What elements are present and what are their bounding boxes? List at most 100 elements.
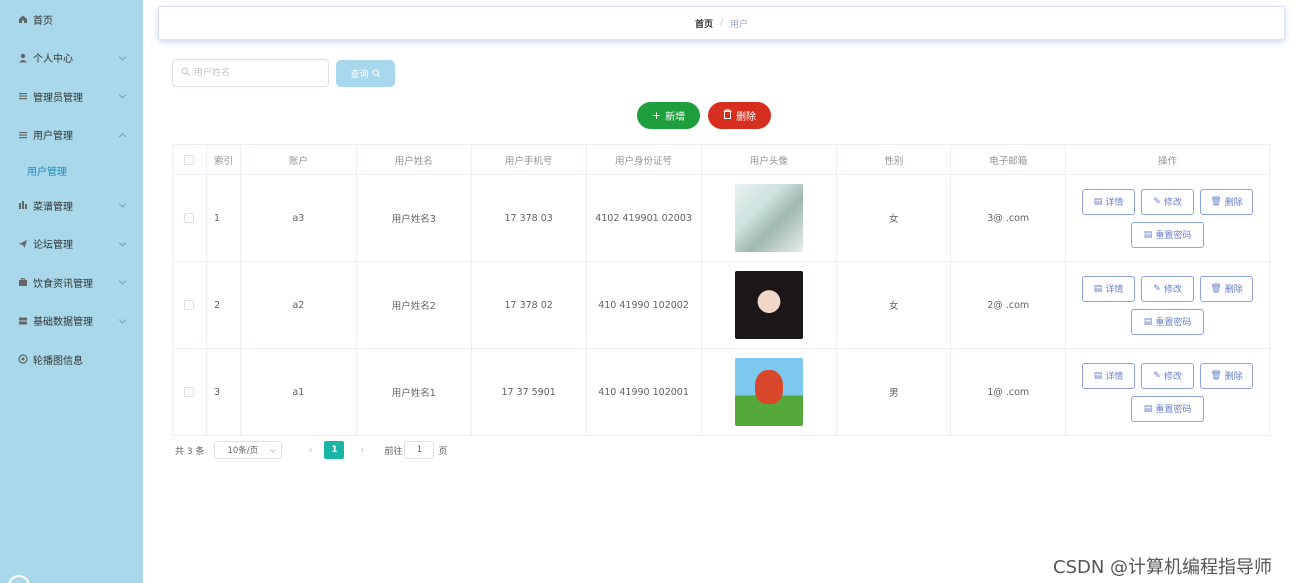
edit-icon: ✎ — [1153, 370, 1161, 381]
cell-operations: ▤ 详情 ✎ 修改 🗑︎ 删除 ▤ 重置密码 — [1066, 349, 1270, 435]
page-number-active[interactable]: 1 — [324, 441, 345, 459]
header-account: 账户 — [241, 145, 357, 174]
row-checkbox[interactable] — [184, 300, 195, 310]
edit-button[interactable]: ✎ 修改 — [1141, 362, 1195, 389]
cell-name: 用户姓名3 — [357, 175, 472, 261]
row-checkbox[interactable] — [184, 387, 195, 397]
avatar[interactable] — [734, 358, 803, 426]
cell-account: a3 — [241, 175, 357, 261]
sidebar-item-diet-news-management[interactable]: 饮食资讯管理 — [0, 263, 143, 302]
breadcrumb-home[interactable]: 首页 — [695, 17, 713, 30]
row-delete-button[interactable]: 🗑︎ 删除 — [1200, 188, 1254, 215]
row-delete-button[interactable]: 🗑︎ 删除 — [1200, 362, 1254, 389]
sidebar-item-label: 用户管理 — [33, 131, 73, 143]
cell-name: 用户姓名2 — [357, 262, 472, 348]
list-icon — [17, 129, 28, 140]
cell-phone: 17 37 5901 — [472, 349, 587, 435]
reset-password-button[interactable]: ▤ 重置密码 — [1131, 221, 1205, 248]
avatar[interactable] — [734, 184, 803, 252]
sidebar-item-label: 基础数据管理 — [33, 317, 93, 329]
document-icon: ▤ — [1143, 403, 1153, 414]
cell-index: 2 — [207, 262, 241, 348]
send-icon — [17, 238, 28, 249]
cell-account: a2 — [241, 262, 357, 348]
cell-id-number: 4102 419901 02003 — [587, 175, 702, 261]
avatar[interactable] — [734, 271, 803, 339]
cell-phone: 17 378 03 — [472, 175, 587, 261]
submenu-item-user-management[interactable]: 用户管理 — [0, 154, 143, 186]
add-button-label: 新增 — [665, 112, 686, 123]
row-delete-button[interactable]: 🗑︎ 删除 — [1200, 275, 1254, 302]
detail-label: 详情 — [1105, 372, 1124, 382]
breadcrumb-current: 用户 — [730, 19, 749, 30]
row-checkbox[interactable] — [184, 213, 195, 223]
sidebar-item-home[interactable]: 首页 — [0, 0, 143, 39]
sidebar-item-label: 饮食资讯管理 — [33, 278, 93, 290]
search-icon — [181, 67, 190, 79]
detail-button[interactable]: ▤ 详情 — [1082, 188, 1136, 215]
prev-page-icon[interactable]: ‹ — [300, 445, 320, 456]
add-button[interactable]: + 新增 — [637, 102, 700, 129]
document-icon: ▤ — [1143, 316, 1153, 327]
detail-button[interactable]: ▤ 详情 — [1082, 362, 1136, 389]
header-id-number: 用户身份证号 — [587, 145, 702, 174]
header-index: 索引 — [207, 145, 241, 174]
cell-account: a1 — [241, 349, 357, 435]
list-icon — [17, 91, 28, 102]
goto-page-input[interactable] — [404, 441, 435, 459]
stack-icon — [17, 315, 28, 326]
edit-label: 修改 — [1163, 198, 1182, 208]
reset-password-button[interactable]: ▤ 重置密码 — [1131, 395, 1205, 422]
page-size-select[interactable]: 10条/页 — [214, 441, 283, 459]
sidebar-item-recipe-management[interactable]: 菜谱管理 — [0, 186, 143, 225]
detail-label: 详情 — [1105, 285, 1124, 295]
trash-icon — [723, 109, 732, 122]
sidebar-item-label: 管理员管理 — [33, 92, 83, 104]
delete-label: 删除 — [1224, 198, 1243, 208]
cell-email: 3@ .com — [951, 175, 1067, 261]
cell-operations: ▤ 详情 ✎ 修改 🗑︎ 删除 ▤ 重置密码 — [1066, 262, 1270, 348]
delete-label: 删除 — [1224, 285, 1243, 295]
reset-password-label: 重置密码 — [1155, 231, 1192, 241]
cell-name: 用户姓名1 — [357, 349, 472, 435]
user-icon — [17, 52, 28, 63]
select-all-checkbox[interactable] — [184, 154, 195, 165]
pagination: 共 3 条 10条/页 ‹ 1 › 前往 页 — [175, 441, 447, 459]
edit-icon: ✎ — [1153, 196, 1161, 207]
document-icon: ▤ — [1093, 283, 1103, 294]
query-button[interactable]: 查询 — [336, 60, 395, 87]
sidebar-item-personal-center[interactable]: 个人中心 — [0, 39, 143, 78]
detail-button[interactable]: ▤ 详情 — [1082, 275, 1136, 302]
header-gender: 性别 — [837, 145, 952, 174]
detail-label: 详情 — [1105, 198, 1124, 208]
search-input[interactable] — [194, 68, 324, 78]
sidebar-item-carousel-info[interactable]: 轮播图信息 — [0, 340, 143, 379]
cell-gender: 女 — [837, 175, 952, 261]
cell-id-number: 410 41990 102002 — [587, 262, 702, 348]
delete-button[interactable]: 删除 — [708, 102, 771, 129]
cell-email: 2@ .com — [951, 262, 1067, 348]
search-icon — [372, 69, 381, 78]
sidebar-item-user-management[interactable]: 用户管理 — [0, 116, 143, 155]
sidebar-item-forum-management[interactable]: 论坛管理 — [0, 225, 143, 264]
bar-chart-icon — [17, 200, 28, 211]
header-phone: 用户手机号 — [472, 145, 587, 174]
edit-button[interactable]: ✎ 修改 — [1141, 275, 1195, 302]
sidebar-item-admin-management[interactable]: 管理员管理 — [0, 77, 143, 116]
goto-label: 前往 — [384, 446, 403, 457]
sidebar-item-label: 个人中心 — [33, 54, 73, 66]
pagination-total: 共 3 条 — [175, 446, 205, 457]
breadcrumb-separator: / — [719, 18, 724, 28]
chevron-down-icon — [118, 277, 127, 285]
breadcrumb: 首页 / 用户 — [158, 6, 1285, 40]
reset-password-button[interactable]: ▤ 重置密码 — [1131, 308, 1205, 335]
edit-button[interactable]: ✎ 修改 — [1141, 188, 1195, 215]
table-row: 2 a2 用户姓名2 17 378 02 410 41990 102002 女 … — [173, 262, 1270, 349]
chevron-up-icon — [118, 132, 127, 140]
next-page-icon[interactable]: › — [352, 445, 372, 456]
briefcase-icon — [17, 277, 28, 288]
cell-phone: 17 378 02 — [472, 262, 587, 348]
edit-label: 修改 — [1163, 285, 1182, 295]
sidebar-item-basic-data-management[interactable]: 基础数据管理 — [0, 302, 143, 341]
table-row: 3 a1 用户姓名1 17 37 5901 410 41990 102001 男… — [173, 349, 1270, 436]
